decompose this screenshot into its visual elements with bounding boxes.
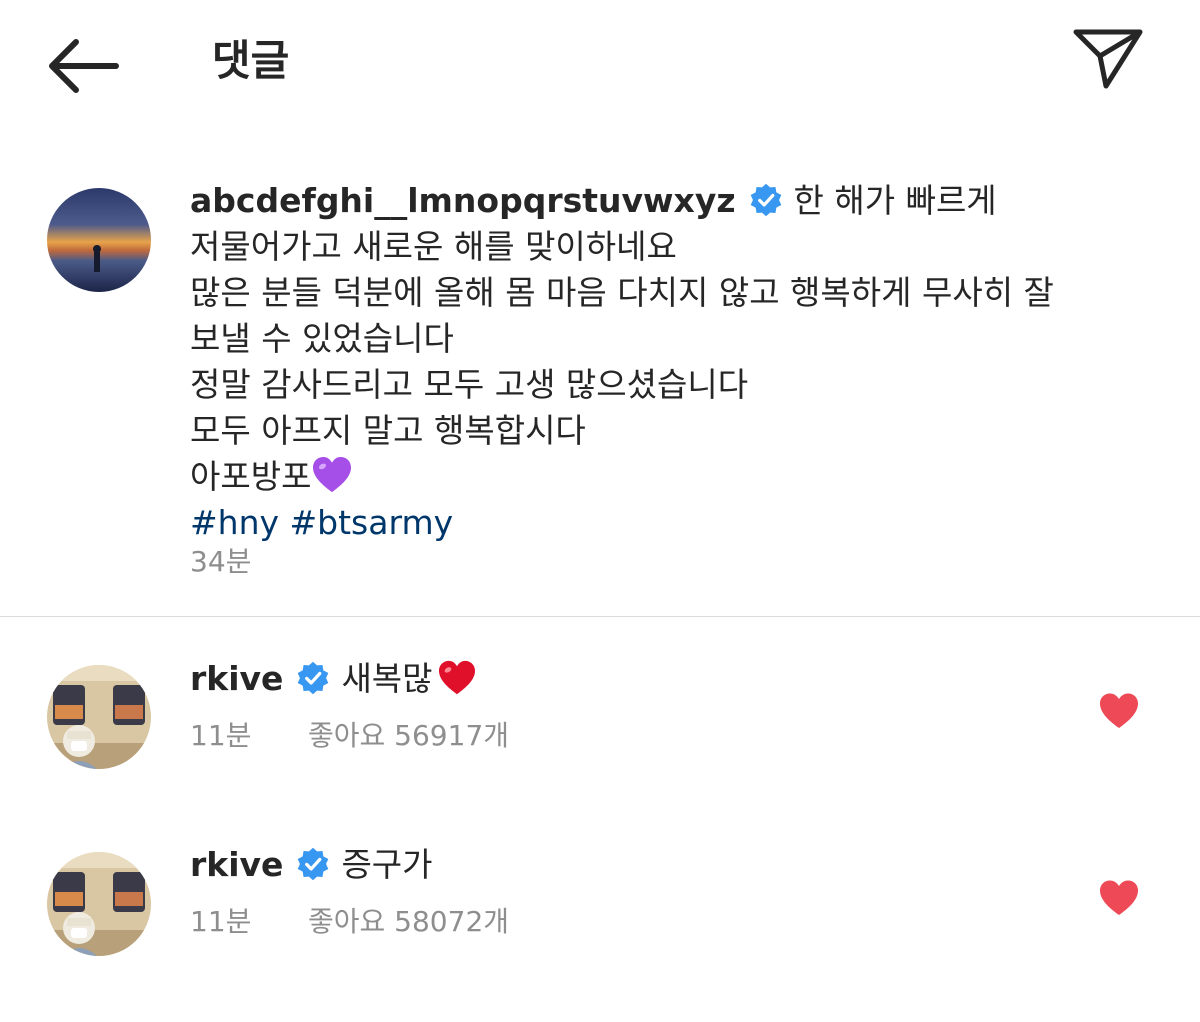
caption-timestamp: 34분 <box>190 545 252 578</box>
caption-line: 보낼 수 있었습니다 <box>190 319 454 358</box>
back-arrow-icon <box>49 39 119 93</box>
caption-first-line: abcdefghi__lmnopqrstuvwxyz 한 해가 빠르게 <box>190 178 1150 224</box>
comment-meta: 11분 좋아요 56917개 <box>190 716 509 756</box>
caption-line-with-emoji: 아포방포 <box>190 454 1150 500</box>
heart-filled-icon <box>1100 693 1138 728</box>
comment-timestamp: 11분 <box>190 719 252 752</box>
comment-text: 새복많 <box>341 659 433 698</box>
verified-badge-icon <box>298 661 329 695</box>
caption-line-text: 아포방포 <box>190 457 312 496</box>
hashtag-link[interactable]: #hny <box>190 503 279 542</box>
caption-line: 모두 아프지 말고 행복합시다 <box>190 411 586 450</box>
comment-meta: 11분 좋아요 58072개 <box>190 902 509 942</box>
comment-like-button[interactable] <box>1098 879 1140 917</box>
avatar[interactable] <box>47 852 151 956</box>
comment-like-count[interactable]: 좋아요 56917개 <box>308 719 509 752</box>
red-heart-icon <box>438 660 475 695</box>
avatar[interactable] <box>47 665 151 769</box>
train-avatar-image <box>47 852 151 956</box>
paper-plane-icon <box>1073 29 1143 89</box>
comment-like-count[interactable]: 좋아요 58072개 <box>308 905 509 938</box>
avatar[interactable] <box>47 188 151 292</box>
verified-badge-icon <box>298 847 329 881</box>
comment-text-line: rkive 새복많 <box>190 656 477 702</box>
caption-line: 많은 분들 덕분에 올해 몸 마음 다치지 않고 행복하게 무사히 잘 <box>190 273 1054 312</box>
hashtag-link[interactable]: #btsarmy <box>290 503 454 542</box>
comment-text: 증구가 <box>341 845 433 884</box>
post-caption: abcdefghi__lmnopqrstuvwxyz 한 해가 빠르게 저물어가고… <box>190 178 1150 546</box>
comment-username[interactable]: rkive <box>190 659 283 698</box>
caption-text-start: 한 해가 빠르게 <box>793 181 997 220</box>
purple-heart-icon <box>313 456 352 493</box>
verified-badge-icon <box>750 183 781 217</box>
train-avatar-image <box>47 665 151 769</box>
comment-text-line: rkive 증구가 <box>190 842 433 888</box>
divider <box>0 616 1200 617</box>
sunset-avatar-image <box>47 188 151 292</box>
comment-like-button[interactable] <box>1098 692 1140 730</box>
caption-line: 정말 감사드리고 모두 고생 많으셨습니다 <box>190 365 749 404</box>
comment-timestamp: 11분 <box>190 905 252 938</box>
share-button[interactable] <box>1068 22 1148 94</box>
comment-username[interactable]: rkive <box>190 845 283 884</box>
caption-line: 저물어가고 새로운 해를 맞이하네요 <box>190 227 677 266</box>
back-button[interactable] <box>40 30 124 100</box>
page-title: 댓글 <box>212 36 290 85</box>
heart-filled-icon <box>1100 880 1138 915</box>
header-bar: 댓글 <box>0 0 1200 130</box>
caption-username[interactable]: abcdefghi__lmnopqrstuvwxyz <box>190 181 736 220</box>
hashtags: #hny #btsarmy <box>190 500 1150 546</box>
